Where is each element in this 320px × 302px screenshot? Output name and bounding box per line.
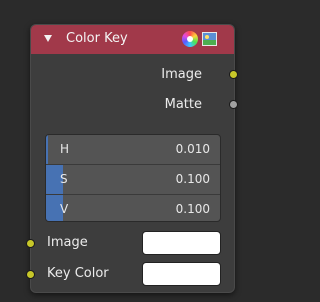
input-image-label: Image bbox=[47, 235, 88, 250]
key-color-swatch[interactable] bbox=[142, 262, 221, 286]
output-matte-label: Matte bbox=[164, 97, 202, 112]
saturation-slider[interactable]: S 0.100 bbox=[46, 165, 220, 195]
collapse-arrow-icon[interactable] bbox=[44, 35, 52, 42]
sun-shape bbox=[205, 35, 209, 39]
hsv-slider-group: H 0.010 S 0.100 V 0.100 bbox=[45, 134, 221, 222]
hill-shape bbox=[203, 40, 216, 45]
value-value: 0.100 bbox=[175, 202, 210, 216]
saturation-value: 0.100 bbox=[175, 172, 210, 186]
hue-label: H bbox=[60, 142, 70, 156]
color-wheel-icon[interactable] bbox=[182, 31, 198, 47]
value-label: V bbox=[60, 202, 69, 216]
node-title: Color Key bbox=[66, 31, 128, 46]
hue-value: 0.010 bbox=[175, 142, 210, 156]
color-key-node[interactable]: Color Key Image Matte H 0.010 S 0.100 V … bbox=[26, 24, 238, 293]
value-slider[interactable]: V 0.100 bbox=[46, 195, 220, 221]
hue-slider[interactable]: H 0.010 bbox=[46, 135, 220, 165]
output-image-socket[interactable] bbox=[229, 70, 238, 79]
input-image-socket[interactable] bbox=[26, 239, 35, 248]
input-image-color-swatch[interactable] bbox=[142, 231, 221, 255]
output-image-label: Image bbox=[161, 67, 202, 82]
saturation-label: S bbox=[60, 172, 68, 186]
input-key-color-socket[interactable] bbox=[26, 270, 35, 279]
node-header[interactable]: Color Key bbox=[31, 25, 234, 54]
image-preview-icon[interactable] bbox=[202, 32, 217, 46]
input-key-color-label: Key Color bbox=[47, 266, 109, 281]
hue-slider-fill bbox=[46, 135, 48, 164]
output-matte-socket[interactable] bbox=[229, 100, 238, 109]
